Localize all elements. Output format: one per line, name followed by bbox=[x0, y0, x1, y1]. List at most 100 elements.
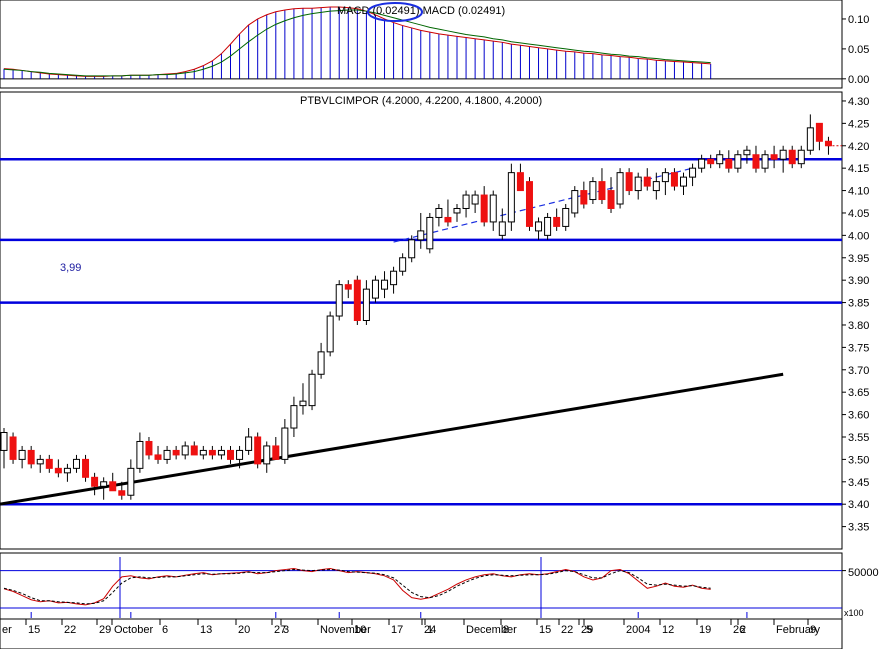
candle-body bbox=[82, 458, 90, 478]
candle-body bbox=[371, 279, 379, 299]
price-y-tick-label: 3.90 bbox=[848, 275, 869, 287]
candle-body bbox=[381, 279, 389, 290]
candle-body bbox=[453, 207, 461, 214]
macd-y-tick-label: 0.00 bbox=[848, 74, 869, 86]
price-y-tick-label: 3.95 bbox=[848, 253, 869, 265]
candle bbox=[353, 275, 361, 325]
candle-body bbox=[290, 405, 298, 429]
candle-body bbox=[734, 154, 742, 169]
candle-body bbox=[698, 158, 706, 169]
candle-body bbox=[308, 373, 316, 407]
price-y-tick-label: 3.50 bbox=[848, 454, 869, 466]
candle-body bbox=[815, 122, 823, 142]
candle-body bbox=[272, 445, 280, 460]
candle-body bbox=[426, 216, 434, 250]
date-label: 22 bbox=[64, 624, 76, 636]
candle-body bbox=[417, 230, 425, 241]
candle-body bbox=[154, 454, 162, 460]
candle-body bbox=[145, 440, 153, 456]
candle-body bbox=[54, 467, 62, 474]
level-annotation: 3,99 bbox=[60, 262, 81, 274]
candle-body bbox=[100, 481, 108, 487]
date-label: 15 bbox=[539, 624, 551, 636]
candle-body bbox=[227, 449, 234, 460]
candle-body bbox=[598, 181, 606, 201]
date-label: 2004 bbox=[626, 624, 650, 636]
candle-body bbox=[507, 172, 515, 223]
macd-y-tick-label: 0.10 bbox=[848, 14, 869, 26]
candle-body bbox=[562, 207, 570, 227]
candle-body bbox=[172, 449, 180, 456]
candle-body bbox=[435, 207, 443, 218]
candle bbox=[625, 168, 633, 196]
price-panel bbox=[0, 91, 843, 550]
price-y-tick-label: 4.25 bbox=[848, 118, 869, 130]
candle bbox=[589, 177, 597, 205]
candle-body bbox=[770, 154, 778, 160]
candle-body bbox=[607, 190, 615, 209]
candle-body bbox=[335, 284, 343, 317]
candle-body bbox=[725, 158, 733, 169]
candle-body bbox=[661, 172, 669, 183]
candle-body bbox=[72, 458, 80, 469]
candle-body bbox=[553, 216, 561, 227]
candle-body bbox=[163, 449, 171, 460]
price-y-tick-label: 3.55 bbox=[848, 432, 869, 444]
candle-body bbox=[109, 481, 117, 492]
candle bbox=[426, 212, 434, 254]
candle-body bbox=[299, 400, 307, 407]
candle-body bbox=[45, 458, 53, 469]
candle-body bbox=[444, 216, 452, 223]
candle bbox=[335, 280, 343, 321]
candle-body bbox=[498, 221, 506, 236]
date-label: 13 bbox=[200, 624, 212, 636]
candle-body bbox=[779, 149, 787, 160]
candle-body bbox=[625, 172, 633, 192]
candle-body bbox=[326, 315, 334, 353]
price-title: PTBVLCIMPOR (4.2000, 4.2200, 4.1800, 4.2… bbox=[300, 95, 542, 107]
osc-y-tick: 50000 bbox=[848, 567, 879, 579]
candle-body bbox=[743, 149, 751, 156]
candle-body bbox=[27, 449, 35, 465]
candle bbox=[408, 235, 416, 263]
price-y-tick-label: 3.45 bbox=[848, 477, 869, 489]
osc-unit-label: x100 bbox=[844, 608, 864, 618]
date-label: er bbox=[2, 624, 12, 636]
candle-body bbox=[571, 190, 579, 214]
date-label: 22 bbox=[561, 624, 573, 636]
price-y-tick-label: 3.85 bbox=[848, 298, 869, 310]
price-y-tick-label: 4.15 bbox=[848, 163, 869, 175]
date-label: 15 bbox=[28, 624, 40, 636]
price-y-tick-label: 4.20 bbox=[848, 141, 869, 153]
price-y-tick-label: 3.40 bbox=[848, 499, 869, 511]
candle-body bbox=[263, 445, 271, 465]
candle-body bbox=[535, 221, 543, 232]
candle-body bbox=[254, 436, 262, 465]
candle-body bbox=[390, 270, 398, 286]
candle-body bbox=[525, 181, 533, 227]
candle-body bbox=[408, 239, 416, 259]
candle-body bbox=[652, 181, 660, 192]
candle-body bbox=[616, 172, 624, 205]
candle bbox=[254, 432, 262, 469]
price-y-tick-label: 3.80 bbox=[848, 320, 869, 332]
candle-body bbox=[399, 257, 407, 272]
price-y-tick-label: 3.35 bbox=[848, 522, 869, 534]
date-label: 8 bbox=[503, 624, 509, 636]
price-y-tick-label: 3.75 bbox=[848, 342, 869, 354]
candle-body bbox=[281, 427, 289, 460]
candle bbox=[371, 275, 379, 303]
candle bbox=[571, 186, 579, 218]
candle-body bbox=[670, 172, 678, 187]
candle-body bbox=[544, 216, 552, 236]
candle-body bbox=[689, 167, 697, 178]
candle-body bbox=[589, 181, 597, 201]
date-label: 3 bbox=[283, 624, 289, 636]
candle-body bbox=[806, 127, 814, 151]
candle-body bbox=[716, 154, 724, 165]
candle bbox=[82, 454, 90, 482]
macd-y-tick-label: 0.05 bbox=[848, 44, 869, 56]
candle-body bbox=[824, 140, 832, 147]
price-y-tick-label: 4.00 bbox=[848, 230, 869, 242]
candle-body bbox=[707, 158, 715, 165]
